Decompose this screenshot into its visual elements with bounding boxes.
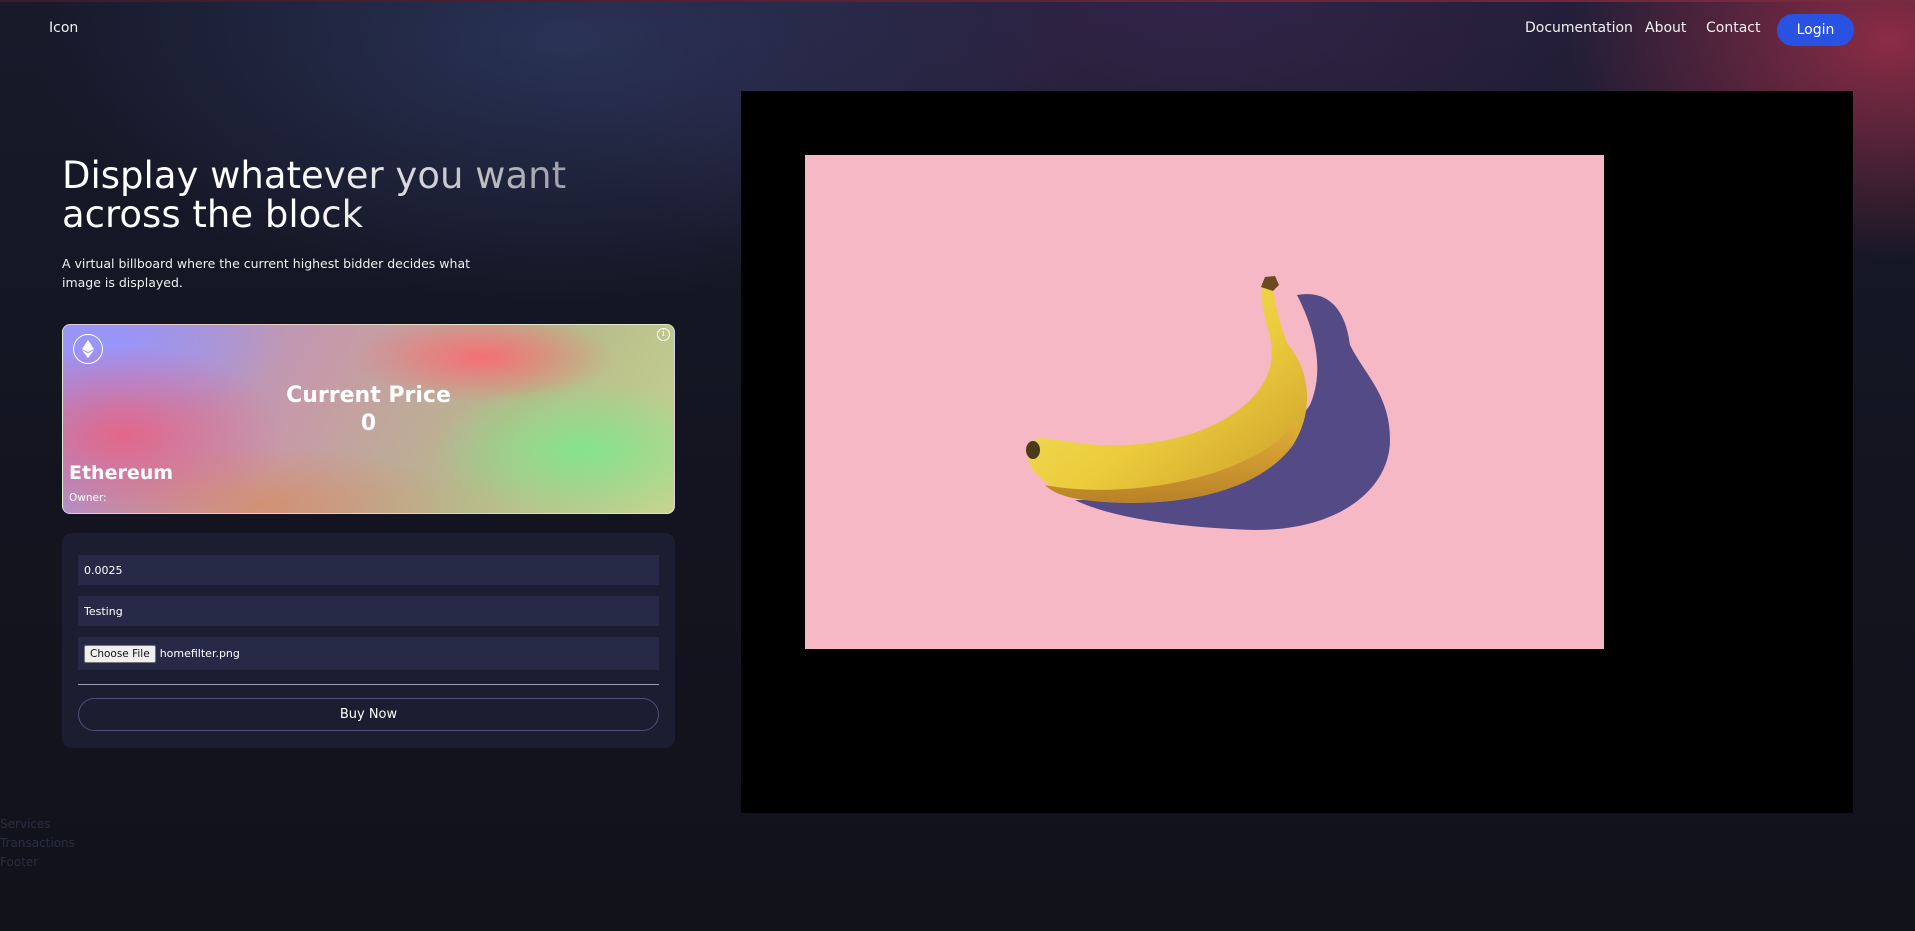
page-title-line-2: across the block bbox=[62, 193, 364, 236]
current-price-card: i Current Price 0 Ethereum Owner: bbox=[62, 324, 675, 514]
ethereum-glyph bbox=[82, 340, 94, 358]
page-subtitle: A virtual billboard where the current hi… bbox=[62, 256, 471, 290]
info-icon[interactable]: i bbox=[657, 328, 670, 341]
page-title: Display whatever you want across the blo… bbox=[62, 156, 582, 234]
owner-label: Owner: bbox=[69, 492, 107, 504]
current-price-value: 0 bbox=[360, 411, 377, 436]
billboard-display bbox=[741, 91, 1853, 813]
nav-link-documentation[interactable]: Documentation bbox=[1525, 20, 1633, 36]
choose-file-button[interactable]: Choose File bbox=[84, 644, 156, 663]
nav-link-contact[interactable]: Contact bbox=[1706, 20, 1760, 36]
footer-link-footer[interactable]: Footer bbox=[0, 853, 75, 872]
footer-link-transactions[interactable]: Transactions bbox=[0, 834, 75, 853]
footer-links: Services Transactions Footer bbox=[0, 815, 75, 872]
selected-file-name: homefilter.png bbox=[159, 647, 240, 660]
page-title-line-1: Display whatever you want bbox=[62, 154, 567, 197]
top-accent-line bbox=[0, 0, 1915, 2]
ethereum-icon bbox=[73, 334, 103, 364]
buy-now-button[interactable]: Buy Now bbox=[78, 698, 659, 731]
bid-form: Choose File homefilter.png Buy Now bbox=[62, 533, 675, 748]
form-divider bbox=[78, 684, 659, 685]
coin-name: Ethereum bbox=[69, 462, 174, 484]
current-price-label: Current Price bbox=[286, 383, 451, 408]
footer-link-services[interactable]: Services bbox=[0, 815, 75, 834]
login-button[interactable]: Login bbox=[1777, 14, 1854, 46]
nav-link-about[interactable]: About bbox=[1645, 20, 1686, 36]
billboard-image bbox=[805, 155, 1604, 649]
site-logo[interactable]: Icon bbox=[49, 20, 78, 36]
image-file-input[interactable]: Choose File homefilter.png bbox=[78, 637, 659, 670]
banana-image bbox=[1026, 276, 1390, 530]
bid-price-input[interactable] bbox=[78, 555, 659, 585]
bid-text-input[interactable] bbox=[78, 596, 659, 626]
